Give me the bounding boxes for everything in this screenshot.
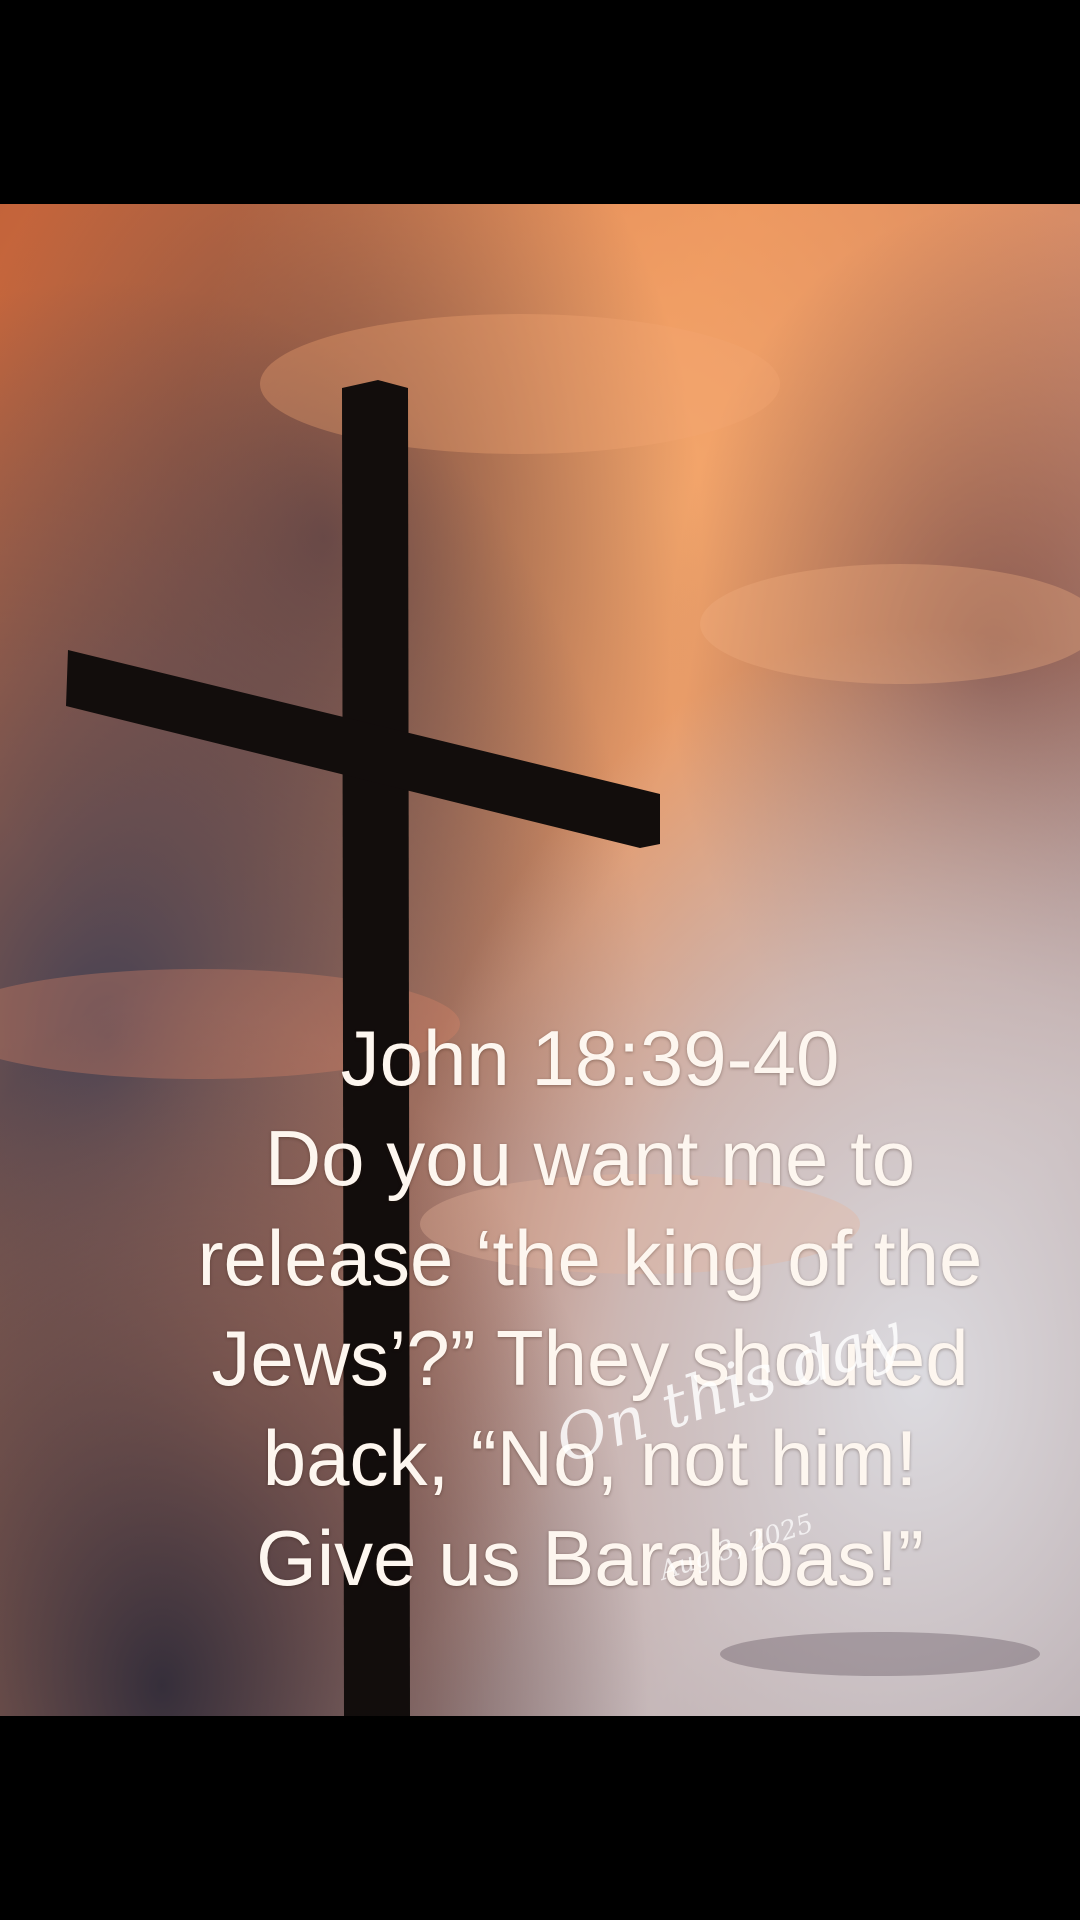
verse-line: release ‘the king of the [197,1214,983,1302]
verse-line: Give us Barabbas!” [256,1514,924,1602]
verse-line: Do you want me to [264,1114,916,1202]
scripture-verse: John 18:39-40 Do you want me to release … [110,1008,1070,1608]
story-frame: John 18:39-40 Do you want me to release … [0,0,1080,1920]
verse-reference: John 18:39-40 [340,1014,840,1102]
letterbox-bottom [0,1716,1080,1920]
letterbox-top [0,0,1080,204]
